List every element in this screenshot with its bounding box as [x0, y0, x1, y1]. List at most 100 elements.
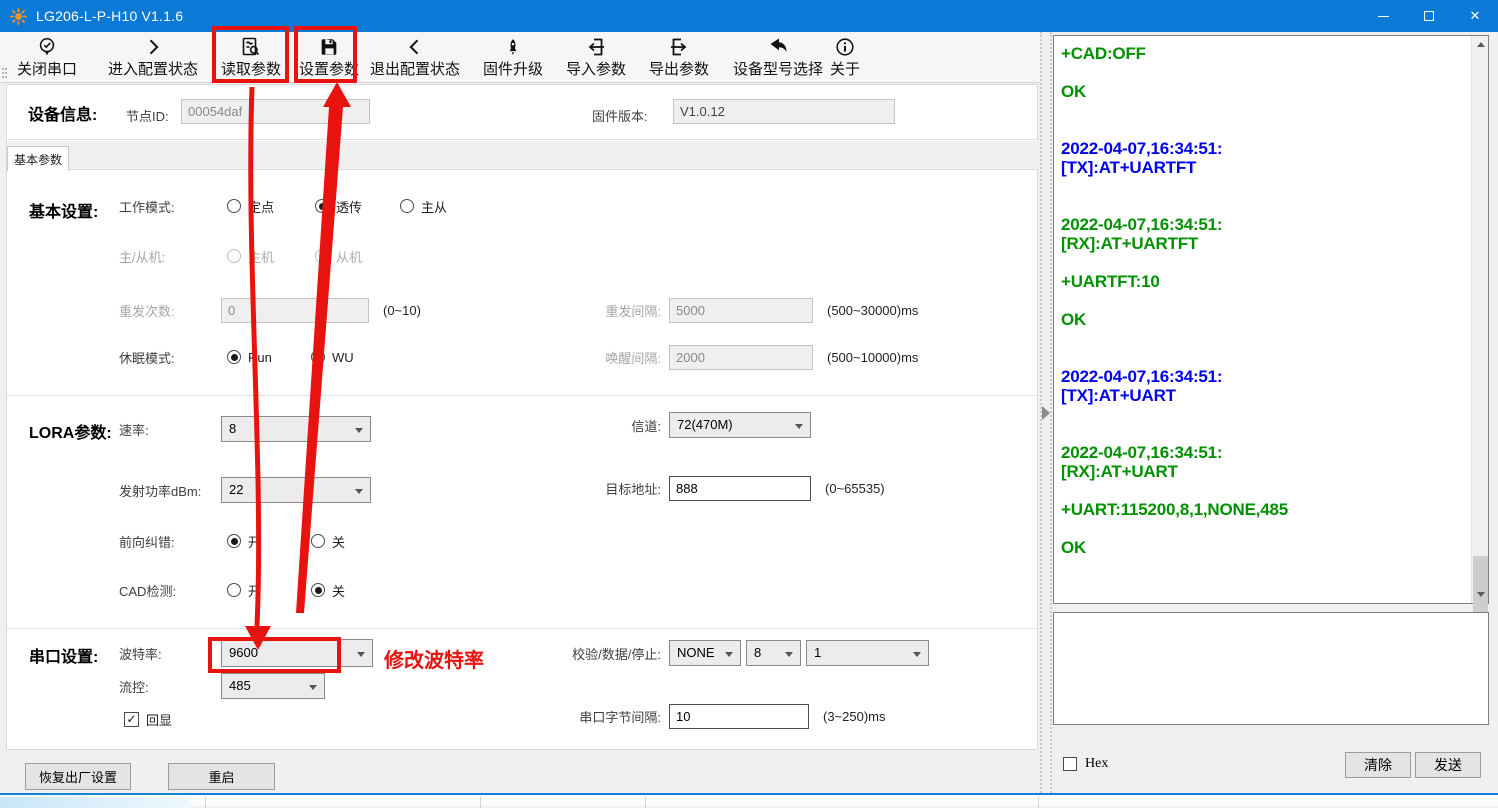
radio-cad-off[interactable]: 关 — [311, 581, 345, 600]
resend-count-row: 重发次数: 0 (0~10) — [119, 297, 421, 323]
wake-interval-label: 唤醒间隔: — [564, 348, 661, 367]
log-output-box[interactable]: +CAD:OFF OK 2022-04-07,16:34:51:[TX]:AT+… — [1053, 35, 1489, 604]
toolbar-label: 关于 — [826, 61, 864, 79]
minimize-button[interactable] — [1360, 0, 1406, 32]
section-divider — [7, 395, 1037, 396]
toolbar-label: 设备型号选择 — [729, 61, 827, 79]
toolbar-firmware-upgrade-button[interactable]: 固件升级 — [480, 35, 546, 79]
sleep-mode-label: 休眠模式: — [119, 348, 221, 367]
radio-master-slave-mode[interactable]: 主从 — [400, 197, 447, 216]
maximize-icon — [1424, 11, 1434, 21]
radio-fec-on[interactable]: 开 — [227, 532, 311, 551]
toolbar-read-params-button[interactable]: 读取参数 — [218, 35, 284, 79]
radio-run[interactable]: Run — [227, 350, 311, 365]
maximize-button[interactable] — [1406, 0, 1452, 32]
chevron-left-icon — [366, 35, 464, 61]
resend-interval-field: 5000 — [669, 298, 813, 323]
radio-fec-off[interactable]: 关 — [311, 532, 345, 551]
sleep-mode-row: 休眠模式: Run WU — [119, 344, 354, 370]
parity-select[interactable]: NONE — [669, 640, 741, 666]
send-input-box[interactable] — [1053, 612, 1489, 725]
clear-button[interactable]: 清除 — [1345, 752, 1411, 778]
byte-interval-row: 串口字节间隔: 10 (3~250)ms — [564, 703, 886, 729]
send-button[interactable]: 发送 — [1415, 752, 1481, 778]
target-address-row: 目标地址: 888 (0~65535) — [564, 475, 885, 501]
baud-select[interactable]: 9600 — [221, 639, 373, 667]
tx-power-row: 发射功率dBm: 22 — [119, 477, 371, 503]
rate-select[interactable]: 8 — [221, 416, 371, 442]
flow-control-select[interactable]: 485 — [221, 673, 325, 699]
channel-row: 信道: 72(470M) — [564, 412, 811, 438]
channel-select[interactable]: 72(470M) — [669, 412, 811, 438]
echo-row: ✓ 回显 — [124, 706, 172, 732]
tx-power-select[interactable]: 22 — [221, 477, 371, 503]
chevron-down-icon — [725, 652, 733, 657]
radio-transparent[interactable]: 透传 — [315, 197, 400, 216]
echo-label: 回显 — [146, 710, 172, 729]
target-address-input[interactable]: 888 — [669, 476, 811, 501]
toolbar-export-params-button[interactable]: 导出参数 — [646, 35, 712, 79]
radio-cad-on[interactable]: 开 — [227, 581, 311, 600]
hex-checkbox[interactable] — [1063, 757, 1077, 771]
firmware-field: V1.0.12 — [673, 99, 895, 124]
device-info-title: 设备信息: — [28, 101, 97, 125]
import-arrow-icon — [563, 35, 629, 61]
byte-interval-label: 串口字节间隔: — [564, 707, 661, 726]
chevron-down-icon — [355, 489, 363, 494]
chevron-down-icon — [357, 652, 365, 657]
scroll-up-icon[interactable] — [1472, 36, 1489, 53]
scroll-down-icon[interactable] — [1472, 586, 1489, 603]
doc-search-icon — [218, 35, 284, 61]
minimize-icon — [1378, 16, 1389, 17]
device-info-box: 设备信息: 节点ID: 00054daf 固件版本: V1.0.12 — [8, 88, 1037, 140]
lora-section-title: LORA参数: — [29, 419, 112, 443]
toolbar-exit-config-button[interactable]: 退出配置状态 — [366, 35, 464, 79]
tx-power-label: 发射功率dBm: — [119, 481, 221, 500]
master-slave-row: 主/从机: 主机 从机 — [119, 243, 362, 269]
toolbar-about-button[interactable]: 关于 — [826, 35, 864, 79]
toolbar-close-serial-button[interactable]: 关闭串口 — [14, 35, 80, 79]
firmware-label: 固件版本: — [592, 106, 648, 125]
toolbar-set-params-button[interactable]: 设置参数 — [297, 35, 361, 79]
rocket-icon — [480, 35, 546, 61]
data-bits-select[interactable]: 8 — [746, 640, 801, 666]
restart-button[interactable]: 重启 — [168, 763, 275, 790]
resend-count-hint: (0~10) — [383, 303, 421, 318]
toolbar-import-params-button[interactable]: 导入参数 — [563, 35, 629, 79]
chevron-down-icon — [795, 424, 803, 429]
channel-label: 信道: — [564, 416, 661, 435]
pin-check-icon — [14, 35, 80, 61]
stop-bits-select[interactable]: 1 — [806, 640, 929, 666]
byte-interval-input[interactable]: 10 — [669, 704, 809, 729]
tab-strip: 基本参数 — [7, 141, 1038, 170]
toolbar-label: 导出参数 — [646, 61, 712, 79]
master-slave-label: 主/从机: — [119, 247, 221, 266]
toolbar-label: 进入配置状态 — [104, 61, 202, 79]
annotation-baud-note: 修改波特率 — [384, 644, 484, 673]
config-panel: 设备信息: 节点ID: 00054daf 固件版本: V1.0.12 基本参数 … — [6, 84, 1038, 750]
radio-wu[interactable]: WU — [311, 350, 354, 365]
rate-row: 速率: 8 — [119, 416, 371, 442]
log-lines: +CAD:OFF OK 2022-04-07,16:34:51:[TX]:AT+… — [1054, 36, 1471, 603]
toolbar-enter-config-button[interactable]: 进入配置状态 — [104, 35, 202, 79]
hex-option: Hex — [1063, 756, 1108, 772]
tab-basic-params[interactable]: 基本参数 — [7, 146, 69, 171]
toolbar-label: 关闭串口 — [14, 61, 80, 79]
target-address-hint: (0~65535) — [825, 481, 885, 496]
echo-checkbox[interactable]: ✓ — [124, 712, 139, 727]
parity-label: 校验/数据/停止: — [564, 644, 661, 663]
chevron-down-icon — [309, 685, 317, 690]
toolbar-grip[interactable] — [2, 68, 7, 78]
log-scrollbar[interactable] — [1471, 36, 1488, 603]
factory-reset-button[interactable]: 恢复出厂设置 — [25, 763, 131, 790]
radio-fixed-point[interactable]: 定点 — [227, 197, 315, 216]
close-button[interactable]: ✕ — [1452, 0, 1498, 32]
hex-label: Hex — [1085, 756, 1108, 772]
node-id-field: 00054daf — [181, 99, 370, 124]
splitter-collapse-icon[interactable] — [1042, 406, 1050, 420]
rate-label: 速率: — [119, 420, 221, 439]
window-title: LG206-L-P-H10 V1.1.6 — [36, 8, 183, 24]
target-address-label: 目标地址: — [564, 479, 661, 498]
toolbar-device-model-button[interactable]: 设备型号选择 — [729, 35, 827, 79]
chevron-down-icon — [355, 428, 363, 433]
